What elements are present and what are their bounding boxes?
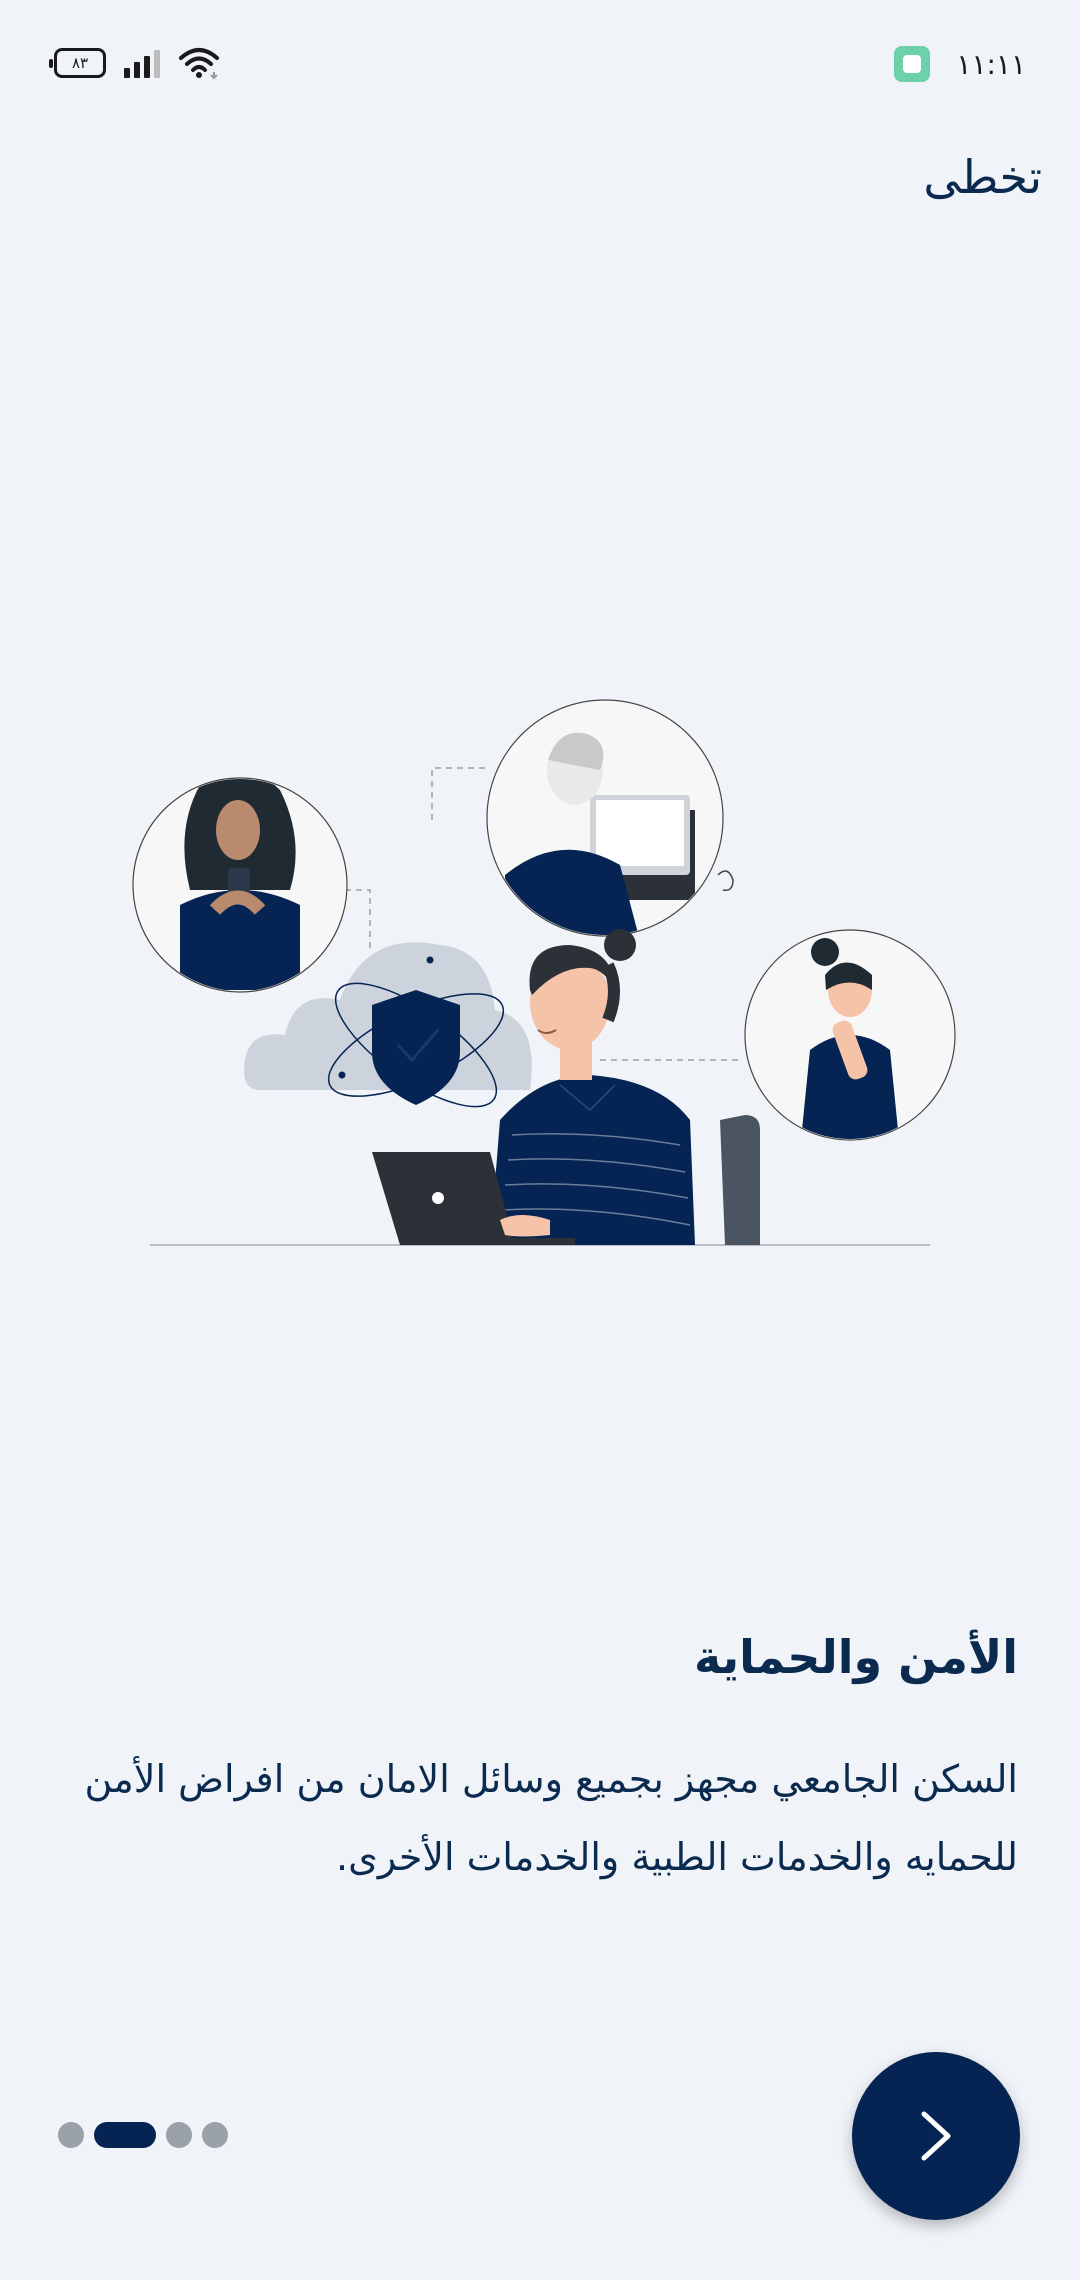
next-button[interactable] <box>852 2052 1020 2220</box>
page-dot <box>166 2122 192 2148</box>
status-right: ١١:١١ <box>894 46 1026 82</box>
status-bar: ٨٣ ١١:١١ <box>0 0 1080 130</box>
battery-icon: ٨٣ <box>49 48 106 78</box>
chevron-right-icon <box>921 2111 951 2161</box>
page-dot <box>58 2122 84 2148</box>
signal-icon <box>124 48 160 78</box>
clock: ١١:١١ <box>956 47 1026 81</box>
battery-level: ٨٣ <box>71 54 89 72</box>
page-description: السكن الجامعي مجهز بجميع وسائل الامان من… <box>84 1757 1019 1879</box>
status-icons: ٨٣ <box>49 46 220 80</box>
page-dot-active <box>94 2122 156 2148</box>
app-notification-icon <box>894 46 931 82</box>
page-indicator <box>58 2122 228 2148</box>
page-title: الأمن والحماية <box>694 1630 1018 1684</box>
skip-button[interactable]: تخطى <box>923 150 1042 204</box>
wifi-icon <box>179 48 219 80</box>
page-dot <box>202 2122 228 2148</box>
security-team-illustration <box>132 699 956 1246</box>
